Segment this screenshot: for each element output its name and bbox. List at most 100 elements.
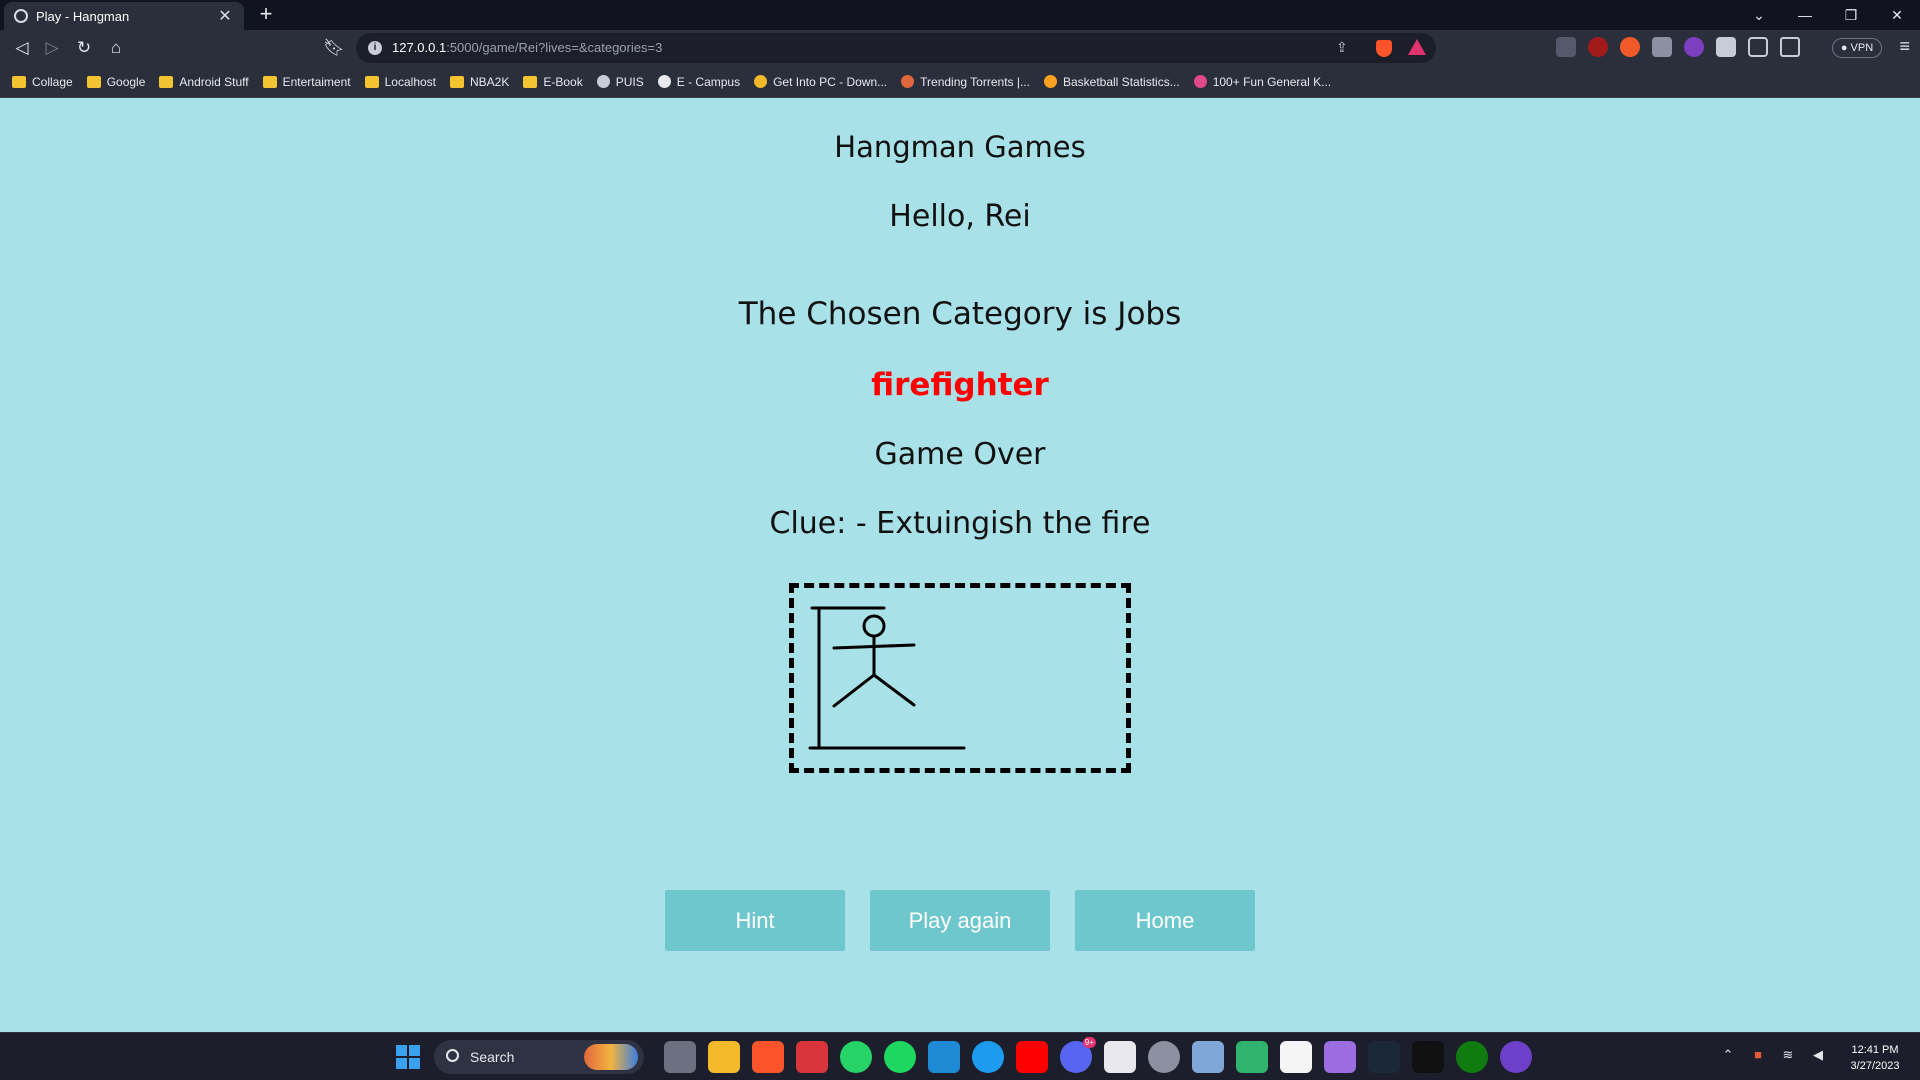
clock-date: 3/27/2023: [1850, 1060, 1900, 1072]
folder-icon: [159, 75, 174, 88]
bookmark-label: Entertaiment: [282, 74, 351, 89]
snipping-tool-icon[interactable]: [1104, 1041, 1136, 1073]
browser-tab[interactable]: Play - Hangman ✕: [4, 2, 244, 30]
volume-icon[interactable]: ◀: [1810, 1047, 1826, 1063]
bookmark-label: Trending Torrents |...: [920, 74, 1030, 89]
game-status: Game Over: [874, 437, 1046, 472]
discord-badge: 9+: [1082, 1037, 1096, 1048]
bookmark-label: Get Into PC - Down...: [773, 74, 888, 89]
url-text[interactable]: 127.0.0.1:5000/game/Rei?lives=&categorie…: [392, 40, 662, 55]
tab-favicon-icon: [14, 9, 28, 23]
reload-button[interactable]: ↻: [72, 36, 96, 60]
vscode-icon[interactable]: [928, 1041, 960, 1073]
home-button[interactable]: Home: [1075, 890, 1255, 951]
forward-button[interactable]: ▷: [40, 36, 64, 60]
task-view-icon[interactable]: [664, 1041, 696, 1073]
github-desktop-icon[interactable]: [1500, 1041, 1532, 1073]
settings-gear-icon[interactable]: [1148, 1041, 1180, 1073]
figure-right-leg: [872, 673, 916, 707]
browser-menu-icon[interactable]: ≡: [1899, 36, 1910, 57]
brave-rewards-icon[interactable]: [1408, 39, 1426, 55]
brave-shields-icon[interactable]: [1376, 40, 1392, 57]
bookmark-item[interactable]: Get Into PC - Down...: [754, 75, 887, 89]
bookmark-item[interactable]: Entertaiment: [262, 74, 351, 89]
extension-orange-icon[interactable]: [1620, 37, 1640, 57]
system-tray: ⌃ ■ ≋ ◀: [1720, 1047, 1826, 1063]
sidebar-icon[interactable]: [1748, 37, 1768, 57]
bookmark-label: Collage: [32, 74, 73, 89]
wallet-icon[interactable]: [1780, 37, 1800, 57]
bookmark-item[interactable]: NBA2K: [450, 75, 509, 89]
twitter-icon[interactable]: [972, 1041, 1004, 1073]
spotify-icon[interactable]: [884, 1041, 916, 1073]
folder-icon: [262, 75, 277, 88]
file-explorer-icon[interactable]: [708, 1041, 740, 1073]
window-controls: ⌄ — ❐ ✕: [1736, 0, 1920, 30]
bookmark-item[interactable]: Trending Torrents |...: [901, 75, 1030, 89]
bookmark-item[interactable]: Android Stuff: [159, 75, 249, 89]
bookmark-item[interactable]: Google: [86, 75, 145, 89]
site-icon: [754, 75, 768, 88]
microsoft-store-icon[interactable]: [1280, 1041, 1312, 1073]
minimize-button[interactable]: —: [1782, 0, 1828, 30]
tray-controller-icon[interactable]: ■: [1750, 1047, 1766, 1063]
new-tab-button[interactable]: +: [254, 3, 278, 27]
extension-purple-icon[interactable]: [1684, 37, 1704, 57]
share-icon[interactable]: ⇪: [1336, 39, 1354, 57]
tray-chevron-up-icon[interactable]: ⌃: [1720, 1047, 1736, 1063]
bookmark-item[interactable]: Localhost: [364, 75, 436, 89]
browser-tab-bar: Play - Hangman ✕ + ⌄ — ❐ ✕: [0, 0, 1920, 30]
whatsapp-icon[interactable]: [840, 1041, 872, 1073]
game-controller-icon[interactable]: [796, 1041, 828, 1073]
bookmark-item[interactable]: 100+ Fun General K...: [1193, 75, 1331, 89]
site-icon: [1193, 75, 1207, 88]
hangman-figure: [808, 606, 966, 750]
hint-button[interactable]: Hint: [665, 890, 845, 951]
photos-icon[interactable]: [1192, 1041, 1224, 1073]
bookmark-item[interactable]: E-Book: [523, 74, 583, 89]
xbox-controller-icon[interactable]: [1324, 1041, 1356, 1073]
taskbar: Search 9+ ⌃ ■ ≋ ◀ 12:41 PM 3/27/2023: [0, 1032, 1920, 1080]
wifi-icon[interactable]: ≋: [1780, 1047, 1796, 1063]
extensions-puzzle-icon[interactable]: [1716, 37, 1736, 57]
bookmark-item[interactable]: PUIS: [596, 75, 644, 89]
extension-gray-icon[interactable]: [1652, 37, 1672, 57]
taskbar-search[interactable]: Search: [434, 1040, 644, 1074]
figure-head: [862, 614, 886, 638]
site-info-icon[interactable]: i: [368, 41, 382, 55]
folder-icon: [12, 75, 26, 88]
epic-games-icon[interactable]: [1412, 1041, 1444, 1073]
back-button[interactable]: ◁: [10, 36, 34, 60]
browser-toolbar: ◁ ▷ ↻ ⌂ 🔖︎ i 127.0.0.1:5000/game/Rei?liv…: [0, 30, 1920, 66]
bookmark-label: E-Book: [543, 74, 583, 89]
extension-off-icon[interactable]: [1556, 37, 1576, 57]
play-again-button[interactable]: Play again: [870, 890, 1050, 951]
taskbar-search-label: Search: [470, 1049, 515, 1065]
bookmark-item[interactable]: Basketball Statistics...: [1043, 75, 1180, 89]
extension-icons: [1556, 37, 1800, 57]
windows-start-icon[interactable]: [396, 1045, 420, 1069]
restore-button[interactable]: ❐: [1828, 0, 1874, 30]
ublock-icon[interactable]: [1588, 37, 1608, 57]
tab-search-chevron-icon[interactable]: ⌄: [1736, 0, 1782, 30]
address-bar[interactable]: i 127.0.0.1:5000/game/Rei?lives=&categor…: [356, 33, 1436, 63]
tab-close-icon[interactable]: ✕: [216, 6, 234, 26]
bookmark-page-icon[interactable]: 🔖︎: [322, 36, 346, 60]
vpn-button[interactable]: ● VPN: [1832, 38, 1882, 58]
xbox-icon[interactable]: [1456, 1041, 1488, 1073]
bookmark-item[interactable]: Collage: [12, 75, 73, 89]
brave-browser-icon[interactable]: [752, 1041, 784, 1073]
discord-icon[interactable]: 9+: [1060, 1037, 1096, 1073]
page-title: Hangman Games: [834, 130, 1086, 164]
steam-icon[interactable]: [1368, 1041, 1400, 1073]
folder-icon: [86, 75, 101, 88]
youtube-icon[interactable]: [1016, 1041, 1048, 1073]
taskbar-clock[interactable]: 12:41 PM 3/27/2023: [1842, 1042, 1908, 1074]
close-window-button[interactable]: ✕: [1874, 0, 1920, 30]
android-studio-icon[interactable]: [1236, 1041, 1268, 1073]
home-icon[interactable]: ⌂: [104, 36, 128, 60]
figure-left-leg: [832, 673, 876, 708]
tab-title: Play - Hangman: [36, 8, 130, 24]
search-icon: [446, 1049, 459, 1062]
bookmark-item[interactable]: E - Campus: [657, 75, 740, 89]
